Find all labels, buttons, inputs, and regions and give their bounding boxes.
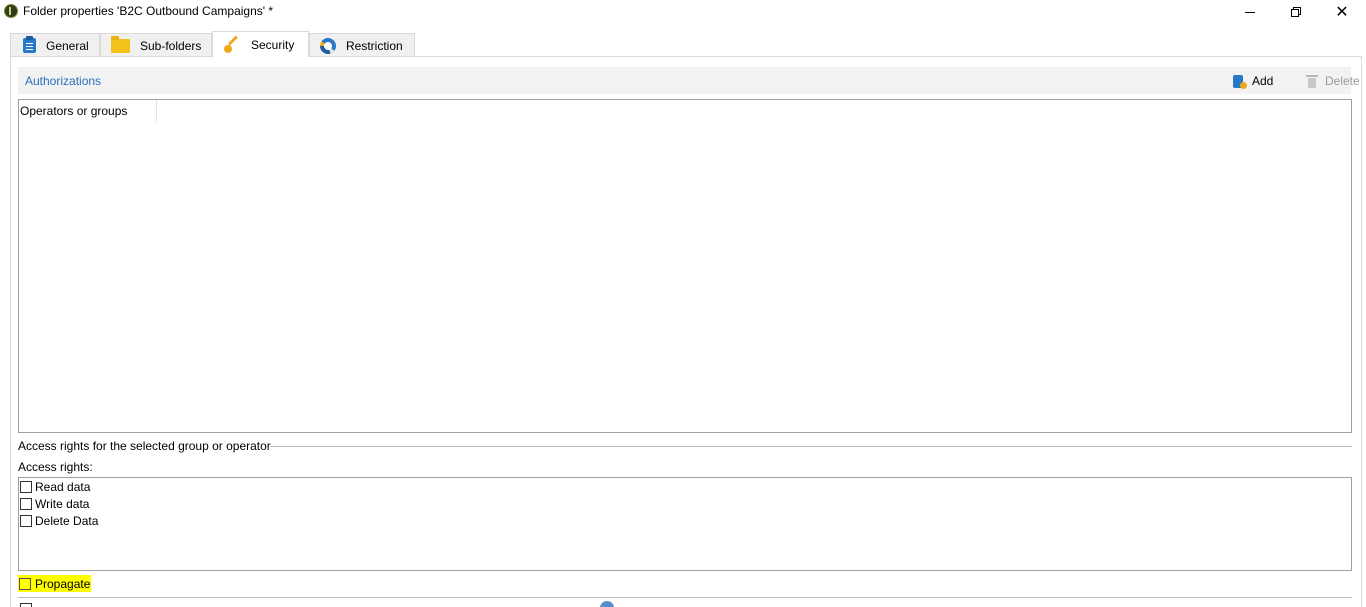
add-label: Add bbox=[1252, 74, 1274, 88]
clipboard-icon bbox=[23, 36, 36, 53]
minimize-button[interactable] bbox=[1227, 0, 1273, 24]
right-label: Write data bbox=[35, 497, 90, 511]
propagate-option[interactable]: Propagate bbox=[18, 575, 91, 592]
tab-sub-folders[interactable]: Sub-folders bbox=[100, 33, 212, 57]
restriction-icon bbox=[320, 37, 336, 54]
tab-security[interactable]: Security bbox=[212, 31, 309, 57]
minimize-icon bbox=[1245, 11, 1255, 13]
propagate-checkbox[interactable] bbox=[19, 577, 31, 590]
restore-icon bbox=[1290, 6, 1302, 18]
folder-icon bbox=[111, 35, 130, 53]
window-title: Folder properties 'B2C Outbound Campaign… bbox=[23, 4, 274, 18]
right-delete-data[interactable]: Delete Data bbox=[20, 513, 98, 529]
delete-data-checkbox[interactable] bbox=[20, 515, 32, 527]
propagate-label: Propagate bbox=[35, 576, 91, 591]
restore-button[interactable] bbox=[1273, 0, 1319, 24]
option-checkbox[interactable] bbox=[20, 603, 32, 607]
authorizations-toolbar: Authorizations Add Delete bbox=[18, 67, 1360, 94]
group-divider bbox=[270, 446, 1352, 447]
tab-label: General bbox=[46, 38, 89, 53]
access-rights-group-title: Access rights for the selected group or … bbox=[18, 439, 273, 453]
app-logo-icon bbox=[4, 4, 18, 18]
right-read-data[interactable]: Read data bbox=[20, 479, 90, 495]
close-button[interactable]: ✕ bbox=[1319, 0, 1365, 24]
right-write-data[interactable]: Write data bbox=[20, 496, 89, 512]
column-header-operators[interactable]: Operators or groups bbox=[19, 100, 157, 122]
title-bar: Folder properties 'B2C Outbound Campaign… bbox=[0, 0, 1366, 24]
write-data-checkbox[interactable] bbox=[20, 498, 32, 510]
right-label: Read data bbox=[35, 480, 91, 494]
access-rights-label: Access rights: bbox=[18, 460, 93, 474]
tab-label: Sub-folders bbox=[140, 38, 202, 53]
key-icon bbox=[223, 37, 241, 53]
authorizations-title: Authorizations bbox=[25, 74, 102, 88]
section-divider bbox=[18, 597, 1352, 598]
trash-icon bbox=[1306, 74, 1318, 88]
tab-general[interactable]: General bbox=[10, 33, 100, 57]
access-rights-list: Read data Write data Delete Data bbox=[18, 477, 1352, 571]
delete-label: Delete bbox=[1325, 74, 1360, 88]
tab-restriction[interactable]: Restriction bbox=[309, 33, 415, 57]
delete-button[interactable]: Delete bbox=[1306, 72, 1360, 90]
tab-label: Restriction bbox=[346, 38, 403, 53]
authorizations-list[interactable]: Operators or groups bbox=[18, 99, 1352, 433]
add-button[interactable]: Add bbox=[1232, 72, 1273, 90]
close-icon: ✕ bbox=[1335, 2, 1349, 21]
add-user-icon bbox=[1232, 74, 1247, 89]
read-data-checkbox[interactable] bbox=[20, 481, 32, 493]
access-rights-group: Access rights for the selected group or … bbox=[18, 439, 1352, 453]
right-label: Delete Data bbox=[35, 514, 99, 528]
tab-label: Security bbox=[251, 37, 295, 52]
